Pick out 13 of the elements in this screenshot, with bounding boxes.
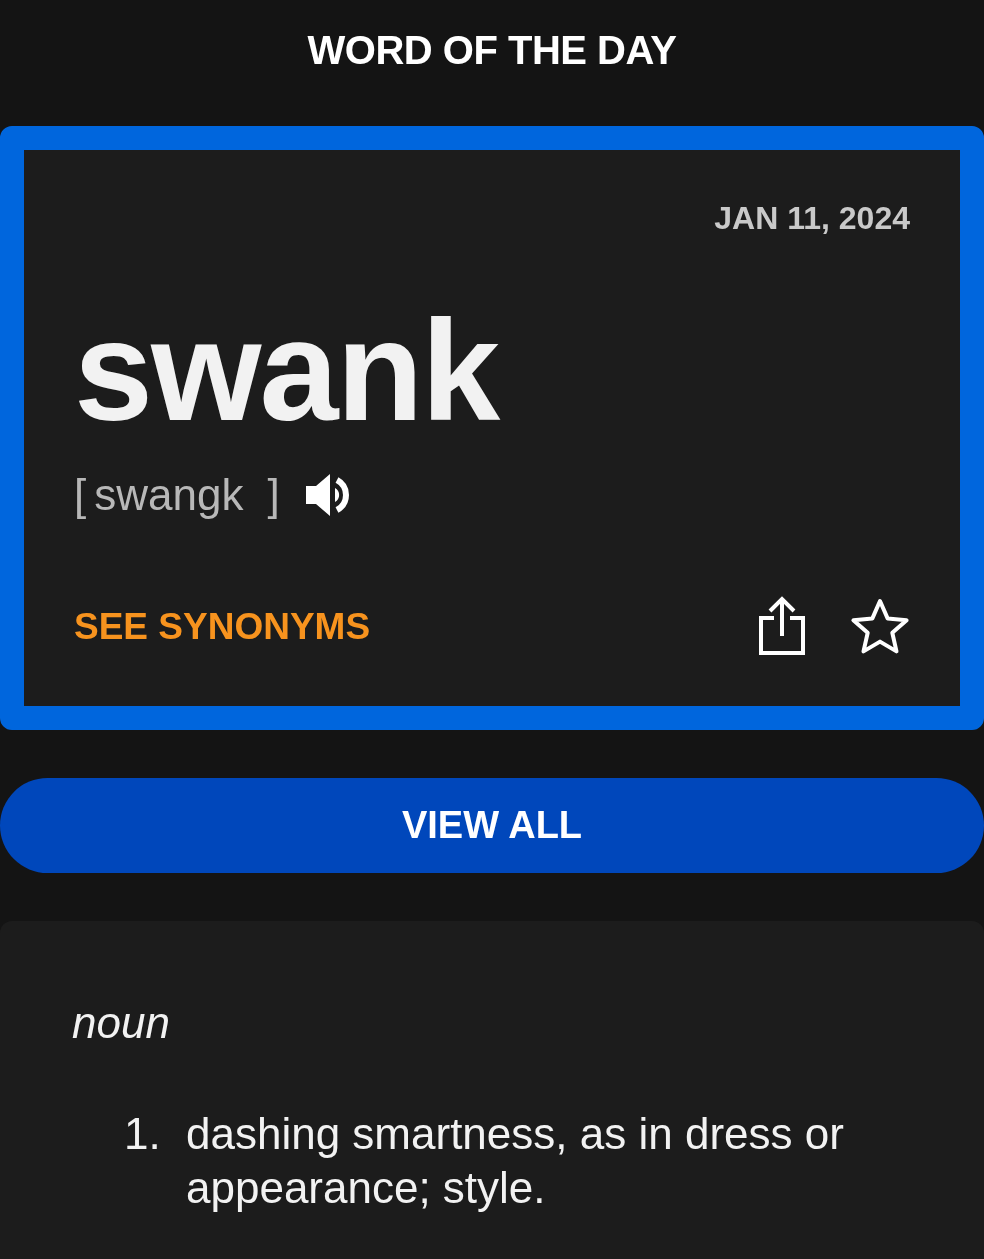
word-title: swank bbox=[74, 300, 499, 442]
date-text: JAN 11, 2024 bbox=[714, 202, 910, 234]
share-icon[interactable] bbox=[758, 596, 806, 656]
page-title: WORD OF THE DAY bbox=[307, 27, 677, 74]
sense-number: 1. bbox=[124, 1108, 162, 1160]
part-of-speech: noun bbox=[72, 1001, 170, 1045]
synonyms-link[interactable]: SEE SYNONYMS bbox=[74, 607, 371, 645]
view-all-button[interactable]: VIEW ALL bbox=[0, 778, 984, 873]
bracket: ] bbox=[267, 473, 280, 517]
pronunciation-text: swangk bbox=[94, 473, 244, 517]
bracket: [ bbox=[74, 473, 87, 517]
star-icon[interactable] bbox=[850, 597, 910, 655]
definition-text: dashing smartness, as in dress or appearance; style. bbox=[186, 1108, 845, 1214]
